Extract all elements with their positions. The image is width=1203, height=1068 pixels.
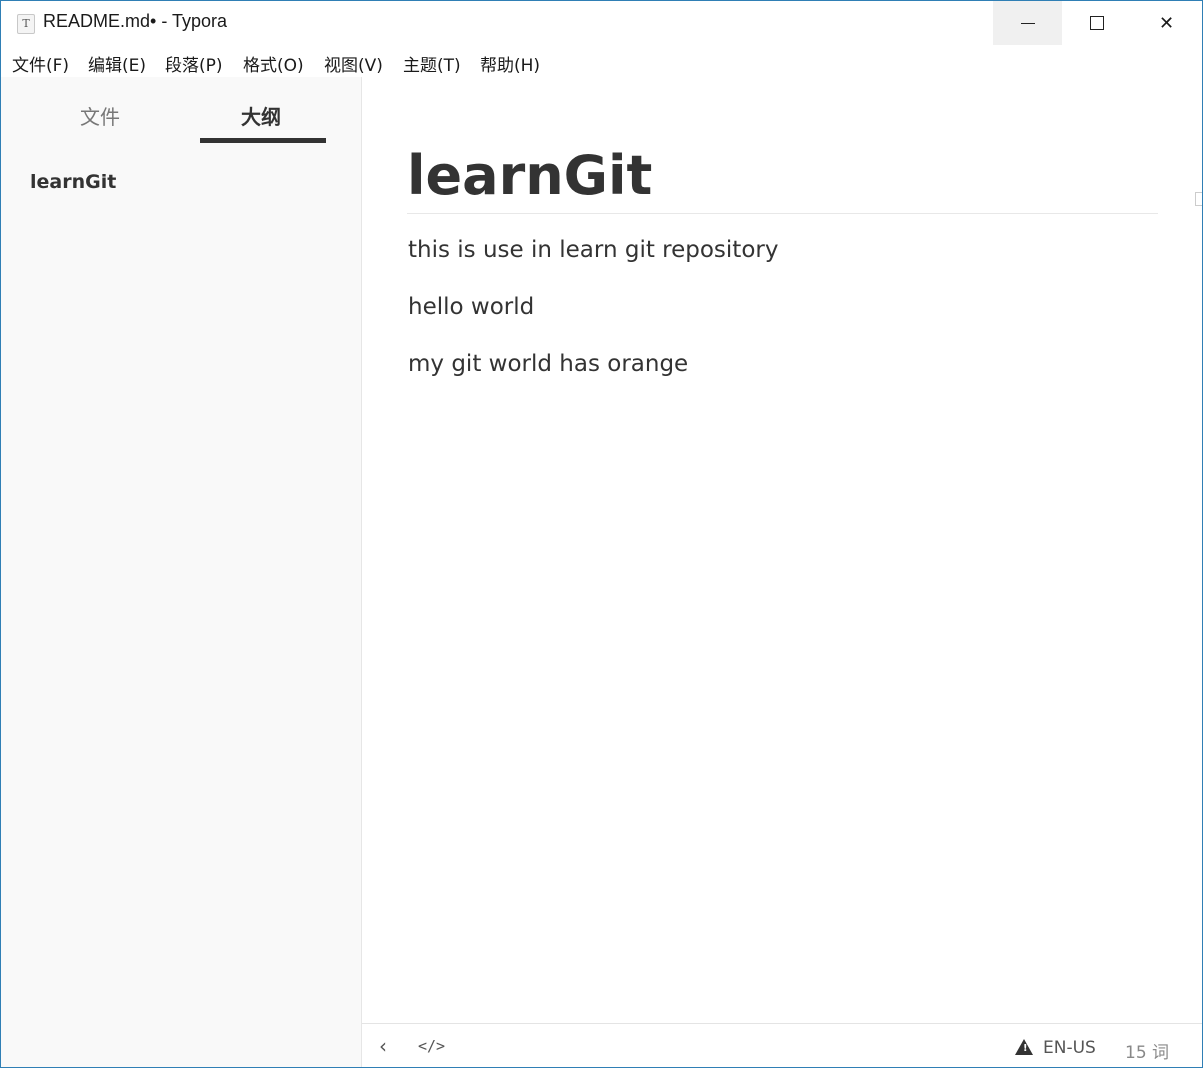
menu-view[interactable]: 视图(V): [324, 51, 383, 76]
document-paragraph[interactable]: my git world has orange: [408, 351, 688, 377]
active-tab-indicator: [200, 138, 326, 143]
menu-format[interactable]: 格式(O): [243, 51, 304, 76]
document-heading[interactable]: learnGit: [407, 143, 1158, 214]
sidebar: 文件 大纲 learnGit: [1, 77, 362, 1067]
language-indicator[interactable]: EN-US: [1043, 1038, 1096, 1058]
window-title: README.md• - Typora: [43, 11, 228, 31]
editor-area[interactable]: learnGit this is use in learn git reposi…: [362, 77, 1202, 1023]
menu-file[interactable]: 文件(F): [12, 51, 69, 76]
word-count[interactable]: 15 词: [1125, 1038, 1169, 1063]
minimize-icon: [1020, 22, 1035, 24]
menu-bar: 文件(F) 编辑(E) 段落(P) 格式(O) 视图(V) 主题(T) 帮助(H…: [1, 45, 1202, 77]
menu-edit[interactable]: 编辑(E): [88, 51, 146, 76]
maximize-button[interactable]: [1062, 1, 1131, 45]
menu-theme[interactable]: 主题(T): [403, 51, 461, 76]
close-icon: ✕: [1158, 12, 1175, 34]
menu-paragraph[interactable]: 段落(P): [165, 51, 223, 76]
scrollbar-marker: [1195, 192, 1202, 206]
title-bar: T README.md• - Typora ✕: [1, 1, 1202, 45]
tab-files[interactable]: 文件: [80, 101, 120, 130]
minimize-button[interactable]: [993, 1, 1062, 45]
menu-help[interactable]: 帮助(H): [480, 51, 540, 76]
tab-outline[interactable]: 大纲: [241, 101, 281, 130]
maximize-icon: [1089, 16, 1104, 30]
outline-item[interactable]: learnGit: [30, 171, 116, 193]
source-code-icon[interactable]: </>: [418, 1037, 445, 1055]
warning-icon[interactable]: !: [1015, 1039, 1033, 1055]
close-button[interactable]: ✕: [1132, 1, 1201, 45]
status-bar: ‹ </> ! EN-US 15 词: [362, 1023, 1202, 1067]
document-paragraph[interactable]: this is use in learn git repository: [408, 237, 778, 263]
typora-window: T README.md• - Typora ✕ 文件(F) 编辑(E) 段落(P…: [0, 0, 1203, 1068]
typora-app-icon: T: [17, 14, 35, 34]
document-paragraph[interactable]: hello world: [408, 294, 534, 320]
chevron-left-icon[interactable]: ‹: [379, 1034, 387, 1058]
